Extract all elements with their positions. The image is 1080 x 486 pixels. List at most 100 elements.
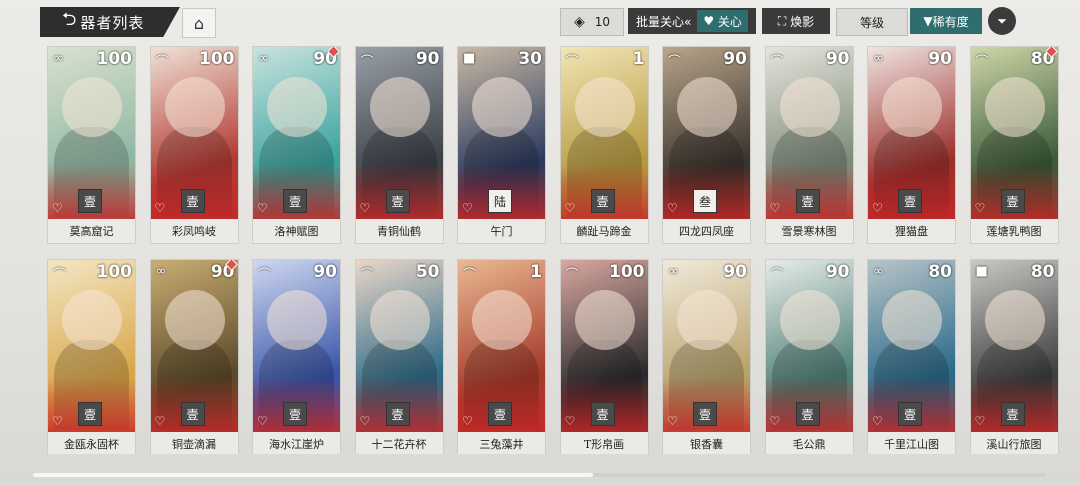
character-name: 金瓯永固杯 — [64, 438, 119, 451]
batch-care-toggle[interactable]: 批量关心« ♥ 关心 — [628, 8, 756, 34]
class-icon: ∞ — [53, 51, 64, 66]
character-card[interactable]: ∞ 100 ♡ 壹莫高窟记 — [47, 46, 136, 244]
level-value: 1 — [632, 49, 645, 69]
heart-icon[interactable]: ♡ — [462, 414, 473, 428]
character-card[interactable]: ⌒ 1 ♡ 壹麟趾马蹄金 — [559, 46, 649, 244]
class-icon: ∞ — [873, 51, 884, 66]
character-portrait: ∞ 80 ♡ 壹 — [868, 260, 955, 432]
character-card[interactable]: ■ 30 ♡ 陆午门 — [457, 46, 546, 244]
class-icon: ⌒ — [565, 268, 579, 283]
figure-head — [369, 77, 430, 137]
level-value: 80 — [1030, 262, 1055, 282]
character-portrait: ∞ 90 ♡ 壹 — [868, 47, 955, 219]
page-title: 器者列表 — [80, 13, 145, 32]
level-value: 100 — [199, 49, 235, 69]
class-icon: ⌒ — [770, 268, 784, 283]
character-card[interactable]: ⌒ 90 ♡ 叁四龙四凤座 — [662, 46, 751, 244]
figure-head — [574, 77, 635, 137]
heart-icon[interactable]: ♡ — [360, 201, 371, 215]
filter-button[interactable]: ⏷ — [988, 7, 1016, 35]
care-toggle-button[interactable]: ♥ 关心 — [697, 10, 748, 32]
character-card[interactable]: ⌒ 90 ♡ 壹海水江崖炉 — [252, 259, 341, 454]
rank-seal: 壹 — [898, 189, 922, 213]
heart-icon[interactable]: ♡ — [770, 201, 781, 215]
character-card[interactable]: ⌒ 80 ♡ 壹莲塘乳鸭图 — [969, 46, 1059, 244]
character-portrait: ⌒ 90 ♡ 壹 — [253, 260, 340, 432]
character-name: 十二花卉杯 — [371, 438, 427, 451]
character-name: 青铜仙鹤 — [377, 225, 421, 238]
back-button[interactable]: ⮌ 器者列表 — [40, 7, 180, 37]
character-card[interactable]: ⌒ 100 ♡ 壹彩凤鸣岐 — [149, 46, 239, 244]
character-card[interactable]: ⌒ 1 ♡ 壹三兔藻井 — [457, 259, 546, 454]
character-name: 千里江山图 — [884, 438, 939, 451]
sort-level-button[interactable]: 等级 — [836, 8, 908, 36]
character-card[interactable]: ⌒ 50 ♡ 壹十二花卉杯 — [354, 259, 444, 454]
rarity-label: 稀有度 — [932, 14, 969, 29]
scrollbar-thumb[interactable] — [33, 473, 593, 477]
character-card[interactable]: ■ 80 ♡ 壹溪山行旅图 — [969, 259, 1059, 454]
sort-rarity-button[interactable]: ▼ 稀有度 — [910, 8, 982, 34]
figure-head — [677, 290, 737, 350]
level-value: 90 — [928, 49, 952, 69]
class-icon: ⌒ — [463, 268, 477, 283]
figure-head — [164, 77, 225, 137]
rank-seal: 壹 — [590, 402, 615, 426]
heart-icon[interactable]: ♡ — [565, 414, 576, 428]
batch-label: 批量关心« — [636, 14, 692, 29]
reshape-button[interactable]: ⛶ 焕影 — [762, 8, 830, 34]
level-value: 90 — [723, 49, 747, 69]
character-name: 毛公鼎 — [792, 438, 826, 451]
heart-icon[interactable]: ♡ — [872, 414, 883, 428]
character-name: 狸猫盘 — [895, 225, 928, 238]
figure-head — [62, 77, 122, 137]
character-portrait: ∞ 90 ♡ 壹 — [150, 260, 238, 432]
home-button[interactable]: ⌂ — [182, 8, 216, 38]
heart-icon[interactable]: ♡ — [155, 201, 166, 215]
rank-seal: 壹 — [795, 402, 820, 426]
rank-seal: 壹 — [283, 402, 307, 426]
character-card[interactable]: ⌒ 100 ♡ 壹 T形帛画 — [559, 259, 649, 454]
character-name: 午门 — [490, 225, 513, 238]
level-value: 80 — [928, 262, 952, 282]
heart-icon[interactable]: ♡ — [360, 414, 371, 428]
class-icon: ⌒ — [360, 55, 374, 70]
heart-icon[interactable]: ♡ — [975, 201, 986, 215]
level-value: 90 — [825, 262, 850, 282]
scrollbar[interactable] — [33, 473, 1046, 477]
character-card[interactable]: ∞ 90 ♡ 壹银香囊 — [662, 259, 751, 454]
character-portrait: ⌒ 90 ♡ 叁 — [663, 47, 750, 219]
heart-icon[interactable]: ♡ — [565, 201, 576, 215]
heart-icon[interactable]: ♡ — [770, 414, 781, 428]
character-card[interactable]: ⌒ 90 ♡ 壹毛公鼎 — [764, 259, 854, 454]
level-value: 90 — [313, 262, 337, 282]
filter-icon: ⏷ — [997, 13, 1007, 28]
heart-icon[interactable]: ♡ — [872, 201, 883, 215]
character-card[interactable]: ∞ 90 ♡ 壹狸猫盘 — [867, 46, 956, 244]
heart-icon[interactable]: ♡ — [257, 201, 268, 215]
character-card[interactable]: ∞ 80 ♡ 壹千里江山图 — [867, 259, 956, 454]
character-name: 莲塘乳鸭图 — [986, 225, 1042, 238]
heart-icon[interactable]: ♡ — [462, 201, 473, 215]
character-portrait: ■ 80 ♡ 壹 — [970, 260, 1058, 432]
character-card[interactable]: ∞ 90 ♡ 壹铜壶滴漏 — [149, 259, 239, 454]
rank-seal: 壹 — [693, 402, 717, 426]
heart-icon[interactable]: ♡ — [975, 414, 986, 428]
character-portrait: ⌒ 90 ♡ 壹 — [355, 47, 443, 219]
heart-icon[interactable]: ♡ — [52, 201, 63, 215]
level-value: 90 — [825, 49, 850, 69]
class-icon: ■ — [975, 264, 988, 279]
heart-icon[interactable]: ♡ — [257, 414, 268, 428]
character-card[interactable]: ⌒ 100 ♡ 壹金瓯永固杯 — [47, 259, 136, 454]
character-card[interactable]: ∞ 90 ♡ 壹洛神赋图 — [252, 46, 341, 244]
figure-head — [369, 290, 430, 350]
heart-icon[interactable]: ♡ — [52, 414, 63, 428]
heart-icon[interactable]: ♡ — [155, 414, 166, 428]
character-card[interactable]: ⌒ 90 ♡ 壹雪景寒林图 — [764, 46, 854, 244]
heart-icon[interactable]: ♡ — [667, 414, 678, 428]
rank-seal: 壹 — [385, 189, 410, 213]
heart-icon[interactable]: ♡ — [667, 201, 678, 215]
character-name: T形帛画 — [583, 438, 625, 451]
character-card[interactable]: ⌒ 90 ♡ 壹青铜仙鹤 — [354, 46, 444, 244]
character-name: 麟趾马蹄金 — [576, 225, 632, 238]
care-label: 关心 — [717, 14, 742, 29]
